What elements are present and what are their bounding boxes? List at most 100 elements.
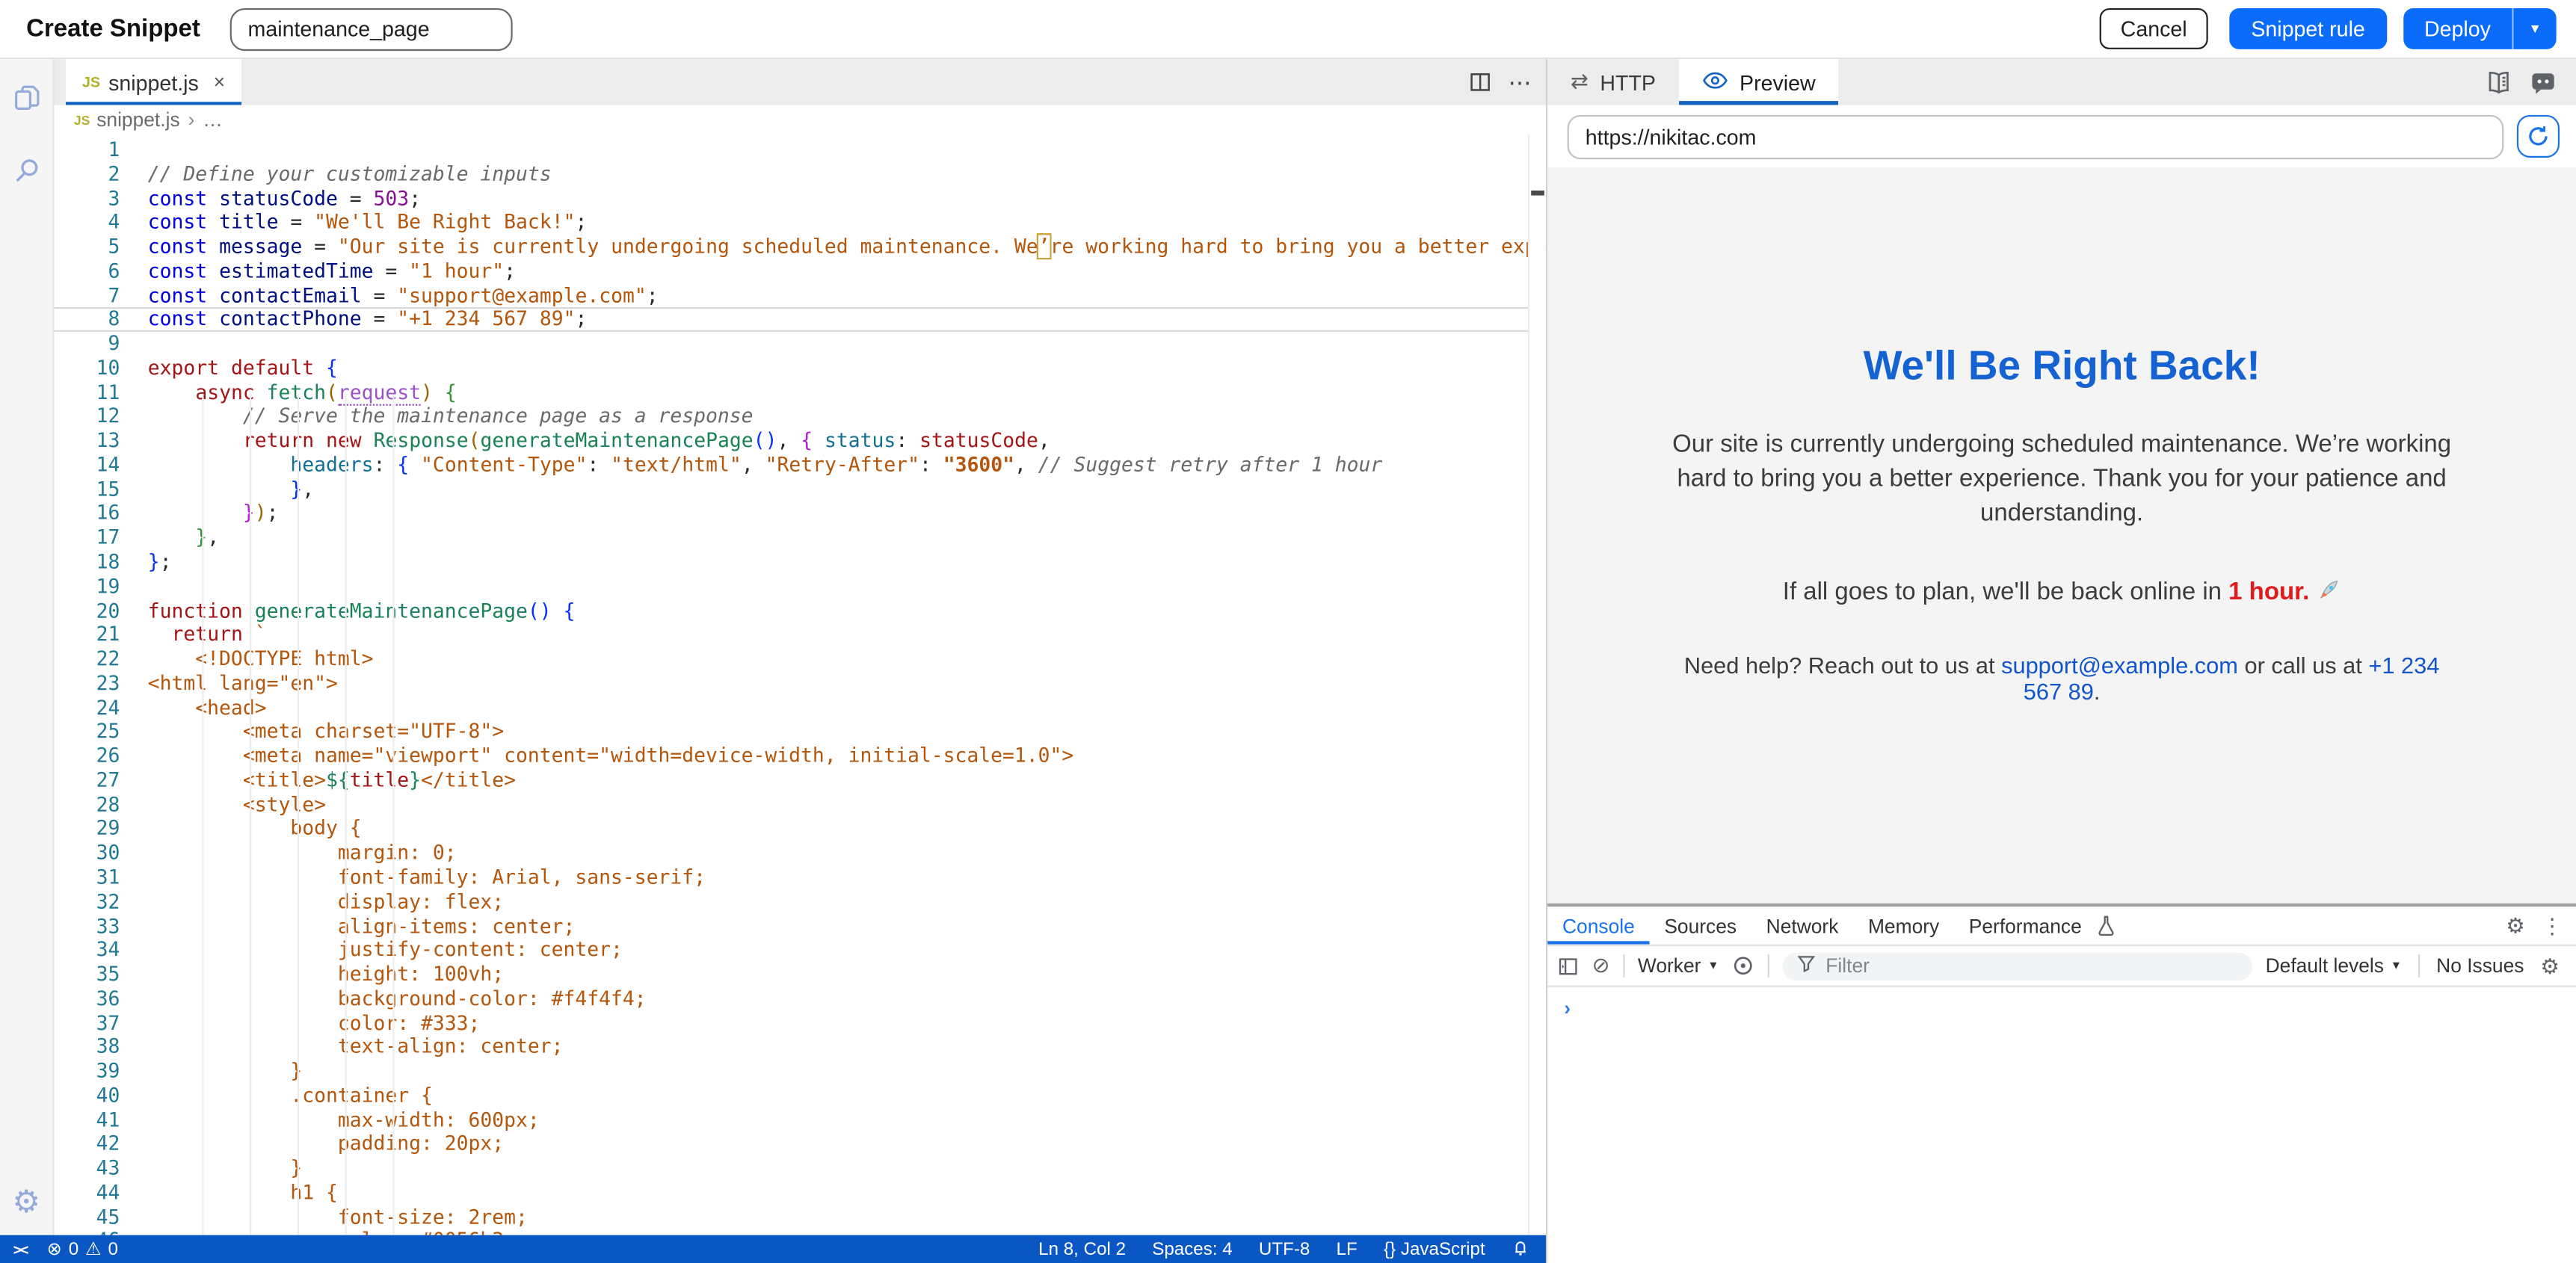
code-line[interactable]: 28 <style>: [55, 793, 1547, 817]
snippet-name-input[interactable]: [229, 7, 512, 50]
code-line[interactable]: 26 <meta name="viewport" content="width=…: [55, 744, 1547, 768]
code-line[interactable]: 40 .container {: [55, 1084, 1547, 1108]
settings-gear-icon[interactable]: ⚙: [12, 1188, 40, 1219]
console-output[interactable]: ›: [1547, 987, 2576, 1263]
code-line[interactable]: 12 // Serve the maintenance page as a re…: [55, 405, 1547, 429]
code-line[interactable]: 36 background-color: #f4f4f4;: [55, 986, 1547, 1010]
code-line[interactable]: 11 async fetch(request) {: [55, 380, 1547, 404]
code-line[interactable]: 6const estimatedTime = "1 hour";: [55, 259, 1547, 283]
more-actions-icon[interactable]: ⋯: [1508, 68, 1532, 96]
refresh-button[interactable]: [2517, 115, 2560, 158]
code-line[interactable]: 41 max-width: 600px;: [55, 1108, 1547, 1132]
code-line[interactable]: 9: [55, 332, 1547, 356]
console-sidebar-toggle-icon[interactable]: [1557, 955, 1579, 977]
default-levels-selector[interactable]: Default levels ▼: [2266, 954, 2402, 978]
eol-setting[interactable]: LF: [1337, 1239, 1358, 1259]
problems-indicator[interactable]: ⊗ 0 ⚠ 0: [47, 1238, 118, 1260]
performance-flask-icon[interactable]: [2097, 907, 2131, 945]
search-icon[interactable]: [10, 155, 42, 194]
code-line[interactable]: 23<html lang="en">: [55, 672, 1547, 696]
code-line[interactable]: 45 font-size: 2rem;: [55, 1205, 1547, 1229]
discord-chat-icon[interactable]: [2530, 70, 2556, 94]
devtools-tab-console[interactable]: Console: [1547, 907, 1649, 945]
close-tab-icon[interactable]: ×: [214, 71, 225, 94]
code-line[interactable]: 25 <meta charset="UTF-8">: [55, 720, 1547, 744]
cursor-position[interactable]: Ln 8, Col 2: [1038, 1239, 1126, 1259]
editor-scrollbar[interactable]: [1528, 135, 1546, 1235]
code-line[interactable]: 22 <!DOCTYPE html>: [55, 647, 1547, 671]
split-editor-icon[interactable]: [1469, 71, 1492, 94]
code-line[interactable]: 1: [55, 138, 1547, 162]
code-line[interactable]: 18};: [55, 550, 1547, 574]
code-line[interactable]: 19: [55, 575, 1547, 599]
code-line[interactable]: 2// Define your customizable inputs: [55, 162, 1547, 186]
code-line[interactable]: 29 body {: [55, 817, 1547, 841]
code-line[interactable]: 17 },: [55, 526, 1547, 550]
code-line[interactable]: 5const message = "Our site is currently …: [55, 235, 1547, 259]
code-line[interactable]: 31 font-family: Arial, sans-serif;: [55, 865, 1547, 889]
code-line[interactable]: 37 color: #333;: [55, 1011, 1547, 1035]
language-mode[interactable]: {} JavaScript: [1384, 1239, 1485, 1259]
url-input[interactable]: [1568, 114, 2504, 158]
code-line[interactable]: 44 h1 {: [55, 1181, 1547, 1205]
code-line[interactable]: 20function generateMaintenancePage() {: [55, 599, 1547, 623]
code-line[interactable]: 16 });: [55, 501, 1547, 525]
code-line[interactable]: 32 display: flex;: [55, 890, 1547, 914]
files-icon[interactable]: [10, 82, 42, 122]
encoding-setting[interactable]: UTF-8: [1259, 1239, 1310, 1259]
code-line[interactable]: 27 <title>${title}</title>: [55, 768, 1547, 792]
breadcrumb-file[interactable]: snippet.js: [96, 108, 179, 132]
code-line[interactable]: 38 text-align: center;: [55, 1035, 1547, 1059]
support-email-link[interactable]: support@example.com: [2001, 652, 2238, 678]
breadcrumb-more[interactable]: …: [203, 108, 222, 132]
code-line[interactable]: 34 justify-content: center;: [55, 938, 1547, 962]
devtools-menu-kebab-icon[interactable]: ⋮: [2542, 912, 2563, 939]
devtools-tab-performance[interactable]: Performance: [1954, 907, 2097, 945]
console-filter-input[interactable]: Filter: [1783, 952, 2252, 980]
tab-preview[interactable]: Preview: [1679, 59, 1839, 105]
console-prompt-chevron[interactable]: ›: [1564, 997, 1571, 1020]
code-line[interactable]: 8const contactPhone = "+1 234 567 89";: [55, 308, 1547, 332]
code-line[interactable]: 15 },: [55, 478, 1547, 501]
code-line[interactable]: 46 color: #0056b3;: [55, 1229, 1547, 1235]
code-line[interactable]: 30 margin: 0;: [55, 842, 1547, 865]
docs-book-icon[interactable]: [2486, 70, 2512, 94]
code-line[interactable]: 33 align-items: center;: [55, 914, 1547, 938]
line-number: 36: [55, 986, 148, 1010]
code-line[interactable]: 43 }: [55, 1157, 1547, 1181]
notifications-bell-icon[interactable]: [1512, 1238, 1529, 1261]
indentation-setting[interactable]: Spaces: 4: [1152, 1239, 1233, 1259]
breadcrumb-separator: ›: [188, 108, 195, 132]
code-line[interactable]: 24 <head>: [55, 696, 1547, 720]
code-editor[interactable]: 12// Define your customizable inputs3con…: [55, 135, 1547, 1235]
tab-http[interactable]: ⇄ HTTP: [1547, 59, 1679, 105]
code-line[interactable]: 4const title = "We'll Be Right Back!";: [55, 211, 1547, 235]
line-number: 22: [55, 647, 148, 671]
live-expression-eye-icon[interactable]: [1732, 954, 1755, 978]
code-line[interactable]: 35 height: 100vh;: [55, 963, 1547, 986]
line-number: 5: [55, 235, 148, 259]
devtools-settings-gear-icon[interactable]: ⚙: [2506, 915, 2525, 936]
console-context-selector[interactable]: Worker ▼: [1638, 954, 1719, 978]
cancel-button[interactable]: Cancel: [2099, 8, 2208, 49]
code-line[interactable]: 21 return `: [55, 623, 1547, 647]
console-settings-gear-icon[interactable]: ⚙: [2540, 955, 2560, 977]
code-line[interactable]: 42 padding: 20px;: [55, 1132, 1547, 1156]
issues-counter[interactable]: No Issues: [2436, 954, 2524, 978]
clear-console-icon[interactable]: ⊘: [1592, 953, 1610, 979]
remote-indicator-icon[interactable]: ><: [13, 1241, 28, 1257]
devtools-tab-network[interactable]: Network: [1751, 907, 1853, 945]
code-line[interactable]: 7const contactEmail = "support@example.c…: [55, 283, 1547, 307]
code-line[interactable]: 13 return new Response(generateMaintenan…: [55, 429, 1547, 453]
code-line[interactable]: 3const statusCode = 503;: [55, 187, 1547, 211]
breadcrumb[interactable]: JS snippet.js › …: [55, 105, 1547, 135]
code-line[interactable]: 10export default {: [55, 356, 1547, 380]
devtools-tab-sources[interactable]: Sources: [1650, 907, 1751, 945]
snippet-rule-button[interactable]: Snippet rule: [2230, 8, 2387, 49]
code-line[interactable]: 14 headers: { "Content-Type": "text/html…: [55, 453, 1547, 477]
devtools-tab-memory[interactable]: Memory: [1853, 907, 1954, 945]
deploy-button[interactable]: Deploy: [2403, 16, 2512, 41]
code-line[interactable]: 39 }: [55, 1060, 1547, 1084]
tab-snippet-js[interactable]: JS snippet.js ×: [66, 59, 241, 105]
deploy-dropdown-button[interactable]: ▼: [2514, 22, 2557, 37]
